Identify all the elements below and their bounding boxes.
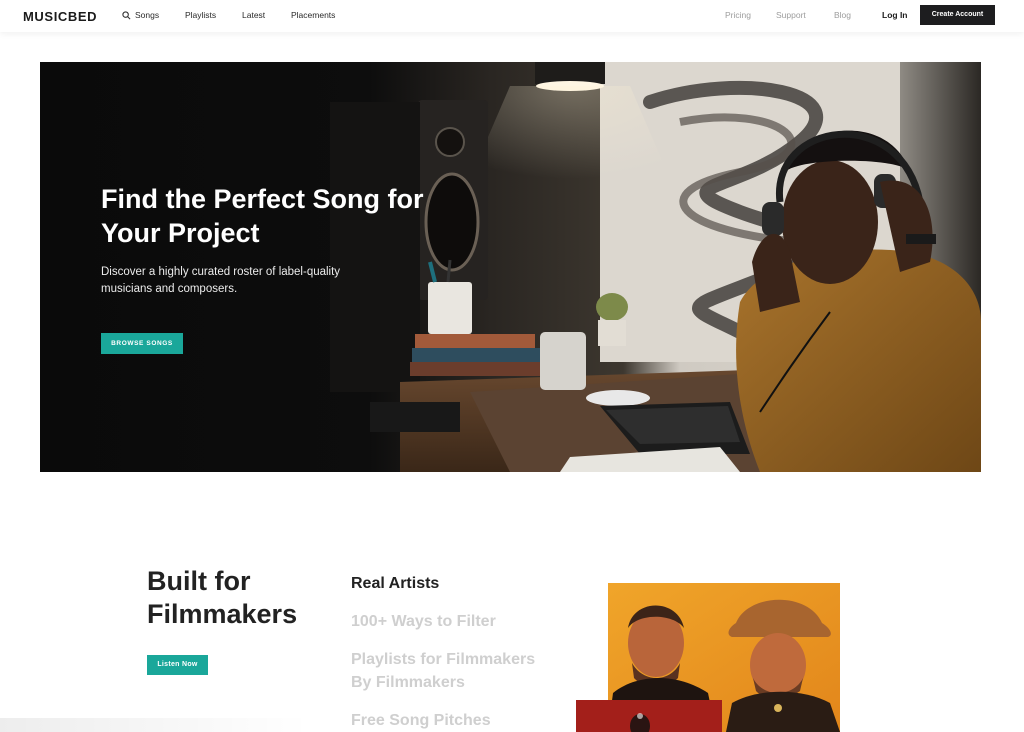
- create-account-button[interactable]: Create Account: [920, 5, 995, 25]
- nav-pricing[interactable]: Pricing: [725, 10, 751, 20]
- nav-placements[interactable]: Placements: [291, 10, 335, 20]
- feature-tab-playlists[interactable]: Playlists for Filmmakers By Filmmakers: [351, 648, 551, 694]
- browse-songs-button[interactable]: BROWSE SONGS: [101, 333, 183, 354]
- hero-banner: Find the Perfect Song for Your Project D…: [40, 62, 981, 472]
- bottom-shadow: [0, 718, 310, 732]
- artist-photo-secondary: [576, 700, 722, 732]
- logo[interactable]: MUSICBED: [23, 9, 97, 24]
- listen-now-button[interactable]: Listen Now: [147, 655, 208, 675]
- hero-subtitle: Discover a highly curated roster of labe…: [101, 266, 341, 295]
- section-title: Built for Filmmakers: [147, 566, 298, 629]
- login-link[interactable]: Log In: [882, 10, 908, 20]
- feature-tab-filters[interactable]: 100+ Ways to Filter: [351, 610, 496, 633]
- hero-title: Find the Perfect Song for Your Project: [101, 184, 424, 248]
- nav-songs[interactable]: Songs: [135, 10, 159, 20]
- feature-tab-real-artists[interactable]: Real Artists: [351, 572, 439, 595]
- nav-blog[interactable]: Blog: [834, 10, 851, 20]
- nav-support[interactable]: Support: [776, 10, 806, 20]
- nav-latest[interactable]: Latest: [242, 10, 265, 20]
- search-icon[interactable]: [122, 11, 131, 20]
- feature-tab-song-pitches[interactable]: Free Song Pitches: [351, 709, 491, 732]
- top-nav: MUSICBED Songs Playlists Latest Placemen…: [0, 0, 1024, 32]
- nav-playlists[interactable]: Playlists: [185, 10, 216, 20]
